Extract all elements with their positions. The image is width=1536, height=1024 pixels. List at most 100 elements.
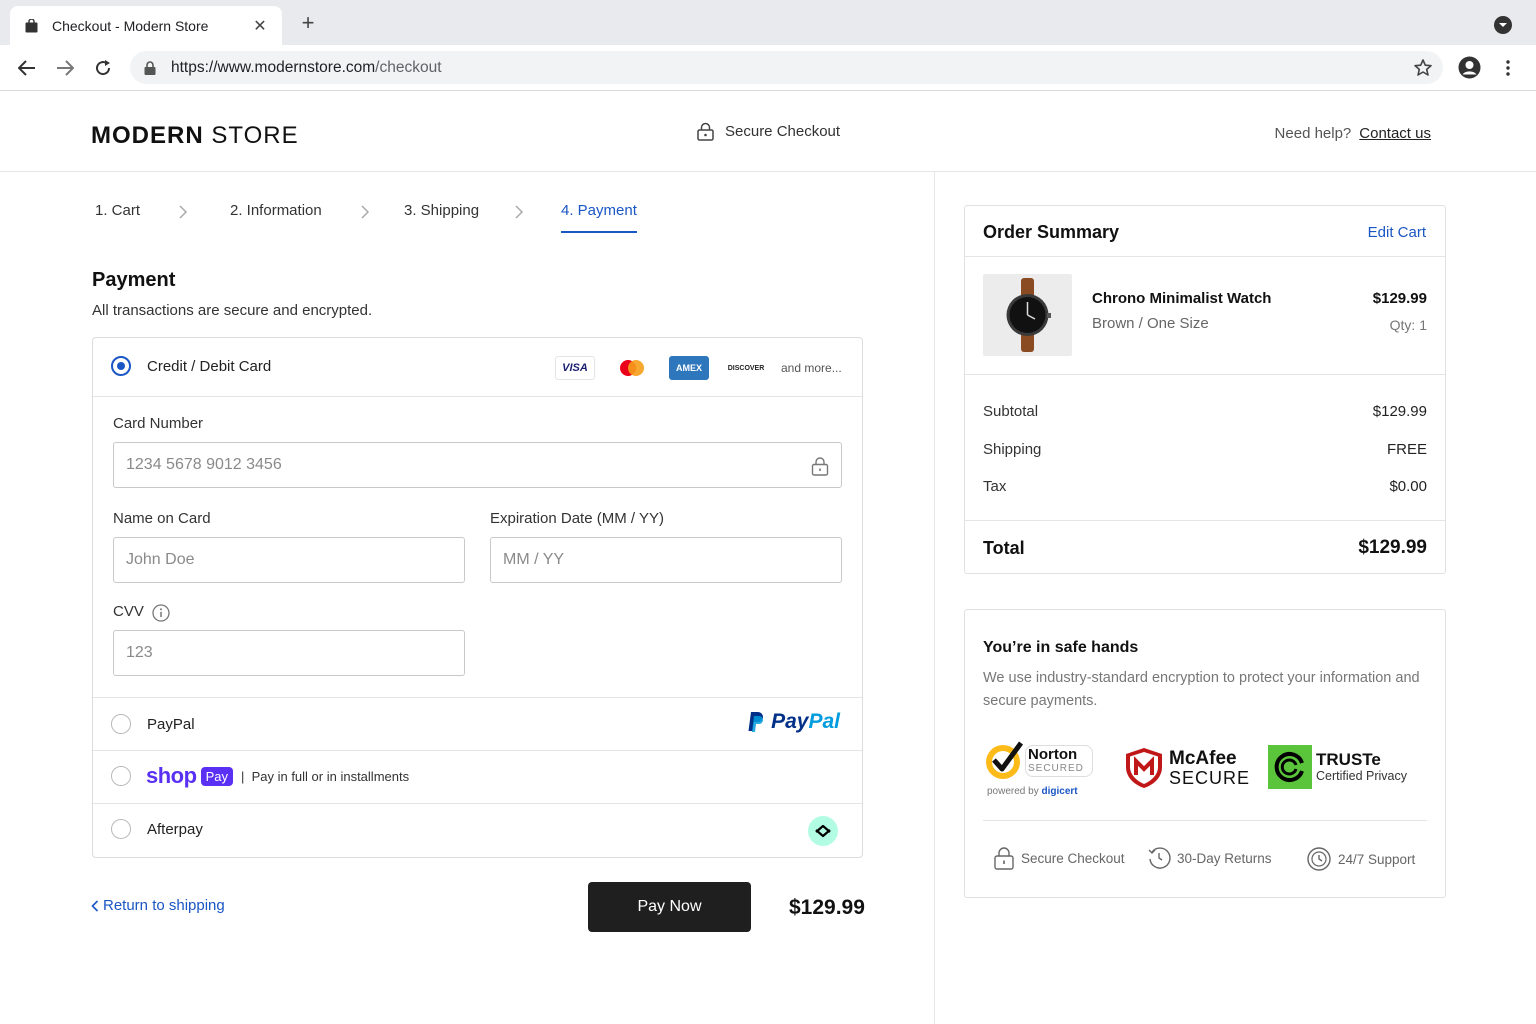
divider bbox=[965, 256, 1445, 257]
step-information[interactable]: 2. Information bbox=[230, 202, 322, 219]
paypal-radio[interactable] bbox=[111, 714, 131, 734]
mcafee-shield-icon bbox=[1126, 748, 1162, 788]
paypal-logo: Pay Pal bbox=[747, 710, 840, 734]
forward-arrow-icon[interactable] bbox=[54, 57, 76, 79]
shoppay-description: | Pay in full or in installments bbox=[240, 768, 410, 784]
secure-checkout-indicator: Secure Checkout bbox=[697, 122, 840, 141]
visa-logo: VISA bbox=[555, 356, 595, 380]
cvv-field[interactable] bbox=[113, 630, 465, 676]
lock-icon bbox=[811, 457, 829, 476]
tab-title: Checkout - Modern Store bbox=[52, 17, 209, 34]
tab-search-icon[interactable] bbox=[1494, 16, 1512, 34]
product-variant: Brown / One Size bbox=[1092, 315, 1209, 332]
shoppay-logo[interactable]: shop Pay | Pay in full or in installment… bbox=[146, 763, 409, 789]
card-option-label[interactable]: Credit / Debit Card bbox=[147, 358, 271, 375]
new-tab-button[interactable]: + bbox=[296, 12, 320, 36]
feature-label: Secure Checkout bbox=[1021, 850, 1125, 866]
secure-checkout-label: Secure Checkout bbox=[725, 123, 841, 140]
divider bbox=[965, 374, 1445, 375]
divider bbox=[93, 750, 862, 751]
product-thumbnail[interactable] bbox=[983, 274, 1072, 356]
column-divider bbox=[934, 172, 935, 1024]
help-label: Need help? bbox=[1274, 125, 1352, 142]
step-payment[interactable]: 4. Payment bbox=[561, 202, 637, 233]
amex-logo: AMEX bbox=[669, 356, 709, 380]
card-number-field[interactable] bbox=[113, 442, 842, 488]
paypal-label[interactable]: PayPal bbox=[147, 716, 195, 733]
back-arrow-icon[interactable] bbox=[16, 57, 38, 79]
shipping-value: FREE bbox=[1386, 441, 1427, 458]
feature-returns: 30-Day Returns bbox=[1147, 846, 1272, 870]
product-name[interactable]: Chrono Minimalist Watch bbox=[1092, 290, 1271, 307]
shoppay-radio[interactable] bbox=[111, 766, 131, 786]
payment-subtitle: All transactions are secure and encrypte… bbox=[92, 302, 373, 319]
order-summary-title: Order Summary bbox=[983, 222, 1120, 242]
divider bbox=[965, 520, 1445, 521]
trust-description: We use industry-standard encryption to p… bbox=[983, 670, 1420, 709]
pay-now-button[interactable]: Pay Now bbox=[588, 882, 751, 932]
discover-logo: DISCOVER bbox=[727, 364, 765, 372]
browser-tab[interactable]: Checkout - Modern Store ✕ bbox=[10, 6, 282, 45]
step-shipping[interactable]: 3. Shipping bbox=[404, 202, 479, 219]
help-text: Need help? Contact us bbox=[1275, 125, 1431, 142]
name-on-card-field[interactable] bbox=[113, 537, 465, 583]
powered-by-digicert: powered by digicert bbox=[987, 786, 1078, 797]
browser-menu-icon[interactable] bbox=[1498, 56, 1518, 79]
and-more-text: and more... bbox=[781, 361, 842, 375]
profile-avatar-icon[interactable] bbox=[1458, 56, 1481, 79]
mcafee-badge: McAfee SECURE bbox=[1125, 747, 1250, 789]
cvv-input[interactable] bbox=[114, 631, 464, 675]
url-host: https://www.modernstore.com bbox=[171, 58, 376, 76]
close-tab-icon[interactable]: ✕ bbox=[252, 16, 268, 36]
site-header: MODERN STORE Secure Checkout Need help? C… bbox=[0, 91, 1536, 172]
norton-check-icon bbox=[986, 741, 1024, 779]
truste-certified-text: Certified Privacy bbox=[1316, 768, 1407, 783]
afterpay-radio[interactable] bbox=[111, 819, 131, 839]
shop-wordmark: shop bbox=[146, 763, 197, 788]
subtotal-label: Subtotal bbox=[983, 403, 1039, 420]
returns-clock-icon bbox=[1148, 847, 1171, 869]
reload-icon[interactable] bbox=[92, 57, 114, 79]
trust-title: You’re in safe hands bbox=[983, 639, 1139, 656]
product-quantity: Qty: 1 bbox=[1389, 317, 1427, 333]
afterpay-label[interactable]: Afterpay bbox=[147, 821, 203, 838]
chevron-left-icon bbox=[91, 899, 99, 912]
paypal-p-icon bbox=[748, 712, 764, 732]
paypal-wordmark-pal: Pal bbox=[808, 710, 840, 733]
contact-us-link[interactable]: Contact us bbox=[1359, 125, 1431, 142]
payment-heading: Payment bbox=[92, 269, 176, 291]
card-number-input[interactable] bbox=[114, 443, 841, 487]
total-value: $129.99 bbox=[1358, 537, 1427, 558]
name-on-card-input[interactable] bbox=[114, 538, 464, 582]
store-logo[interactable]: MODERN STORE bbox=[91, 122, 299, 150]
return-to-shipping-link[interactable]: Return to shipping bbox=[91, 897, 225, 914]
browser-toolbar: https://www.modernstore.com/checkout bbox=[0, 45, 1536, 91]
address-bar[interactable]: https://www.modernstore.com/checkout bbox=[130, 51, 1443, 84]
mcafee-wordmark: McAfee bbox=[1169, 748, 1237, 769]
support-clock-icon bbox=[1307, 847, 1331, 871]
trust-panel: You’re in safe hands We use industry-sta… bbox=[964, 609, 1446, 898]
info-icon[interactable] bbox=[152, 604, 170, 622]
bookmark-star-icon[interactable] bbox=[1413, 58, 1433, 78]
url-path: /checkout bbox=[375, 58, 442, 76]
feature-label: 24/7 Support bbox=[1338, 851, 1416, 867]
card-radio[interactable] bbox=[111, 356, 131, 376]
afterpay-logo-icon bbox=[808, 816, 838, 846]
expiration-date-input[interactable] bbox=[491, 538, 841, 582]
padlock-icon bbox=[994, 847, 1014, 870]
step-cart[interactable]: 1. Cart bbox=[95, 202, 140, 219]
truste-wordmark: TRUSTe bbox=[1316, 749, 1381, 769]
name-on-card-label: Name on Card bbox=[113, 510, 211, 527]
feature-support: 24/7 Support bbox=[1306, 846, 1415, 872]
logo-light: STORE bbox=[203, 122, 299, 149]
mcafee-secure-text: SECURE bbox=[1169, 768, 1251, 788]
cvv-label: CVV bbox=[113, 603, 144, 620]
payment-methods-panel: Credit / Debit Card VISA AMEX DISCOVER a… bbox=[92, 337, 863, 858]
chevron-right-icon bbox=[515, 205, 524, 219]
expiration-date-field[interactable] bbox=[490, 537, 842, 583]
edit-cart-link[interactable]: Edit Cart bbox=[1368, 224, 1426, 241]
shopping-bag-icon bbox=[24, 18, 38, 33]
shop-pay-badge: Pay bbox=[200, 766, 233, 786]
feature-label: 30-Day Returns bbox=[1177, 850, 1272, 866]
card-brand-logos: VISA AMEX DISCOVER and more... bbox=[555, 356, 842, 380]
